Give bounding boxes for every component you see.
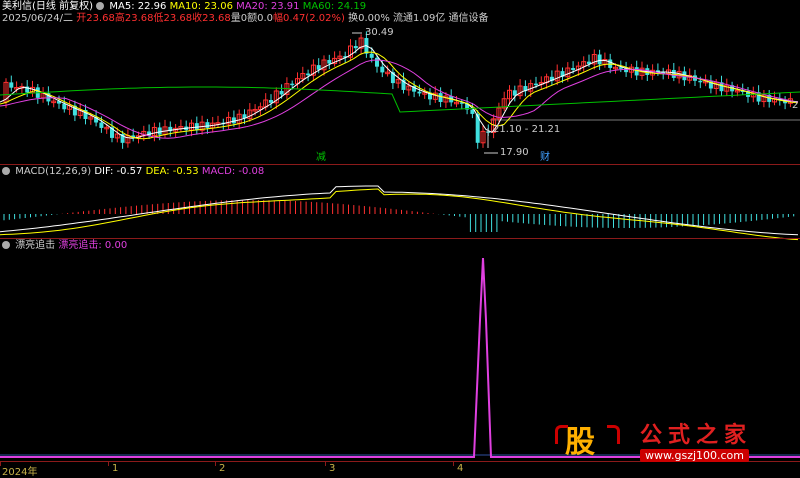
horn-right-icon — [607, 425, 620, 444]
date-label-jan: 1 — [112, 463, 119, 474]
event-marker-finance[interactable]: 财 — [540, 152, 550, 164]
date-label-feb: 2 — [219, 463, 226, 474]
candle-body — [417, 91, 422, 94]
watermark-url: www.gszj100.com — [640, 449, 750, 462]
candle-body — [597, 54, 602, 65]
macd-settings-icon[interactable] — [2, 167, 10, 175]
candle-body — [99, 122, 104, 128]
indicator-header: 漂亮追击 漂亮追击: 0.00 — [2, 240, 127, 252]
low-price-label: 17.90 — [500, 147, 529, 158]
candle-body — [157, 127, 162, 135]
candlestick-series — [3, 31, 793, 149]
candle-body — [369, 53, 374, 58]
candle-body — [698, 80, 703, 83]
macd-histogram — [3, 200, 795, 232]
macd-dif: DIF: -0.57 — [94, 166, 143, 177]
macd-lines — [0, 185, 799, 241]
candle-body — [571, 68, 576, 70]
macd-title: MACD(12,26,9) — [15, 166, 92, 177]
date-axis: 2024年 1 2 3 4 — [0, 461, 800, 478]
dea-line — [0, 188, 799, 241]
range-label: 21.10 - 21.21 — [493, 124, 561, 135]
macd-header: MACD(12,26,9) DIF: -0.57 DEA: -0.53 MACD… — [2, 166, 264, 178]
candle-body — [290, 83, 295, 86]
high-price-label: 30.49 — [365, 27, 394, 38]
candle-body — [375, 57, 379, 67]
moving-average-lines — [0, 44, 800, 140]
watermark-logo: 股 — [565, 425, 595, 460]
macd-value: MACD: -0.08 — [201, 166, 265, 177]
candle-body — [306, 73, 311, 76]
watermark-name: 公式之家 — [640, 423, 753, 448]
candle-body — [327, 59, 332, 64]
dif-line — [0, 185, 799, 236]
panel-separator — [0, 164, 800, 165]
macd-dea: DEA: -0.53 — [145, 166, 199, 177]
candle-body — [279, 90, 284, 95]
candle-body — [353, 46, 358, 49]
event-marker-reduce[interactable]: 减 — [316, 152, 326, 164]
indicator-title: 漂亮追击 — [15, 240, 56, 251]
indicator-settings-icon[interactable] — [2, 241, 10, 249]
horn-left-icon — [555, 425, 568, 444]
candle-body — [534, 83, 538, 86]
date-label-2024: 2024年 — [2, 467, 38, 478]
ma60-line — [0, 86, 800, 113]
watermark: 股 公式之家 www.gszj100.com — [555, 415, 800, 463]
right-edge-label: 2 — [792, 100, 799, 111]
panel-separator — [0, 238, 800, 239]
candle-body — [9, 82, 14, 88]
indicator-value: 漂亮追击: 0.00 — [58, 240, 128, 251]
date-label-mar: 3 — [329, 463, 336, 474]
candle-body — [205, 122, 210, 128]
candle-body — [380, 66, 385, 73]
date-label-apr: 4 — [457, 463, 464, 474]
candle-body — [438, 93, 443, 102]
